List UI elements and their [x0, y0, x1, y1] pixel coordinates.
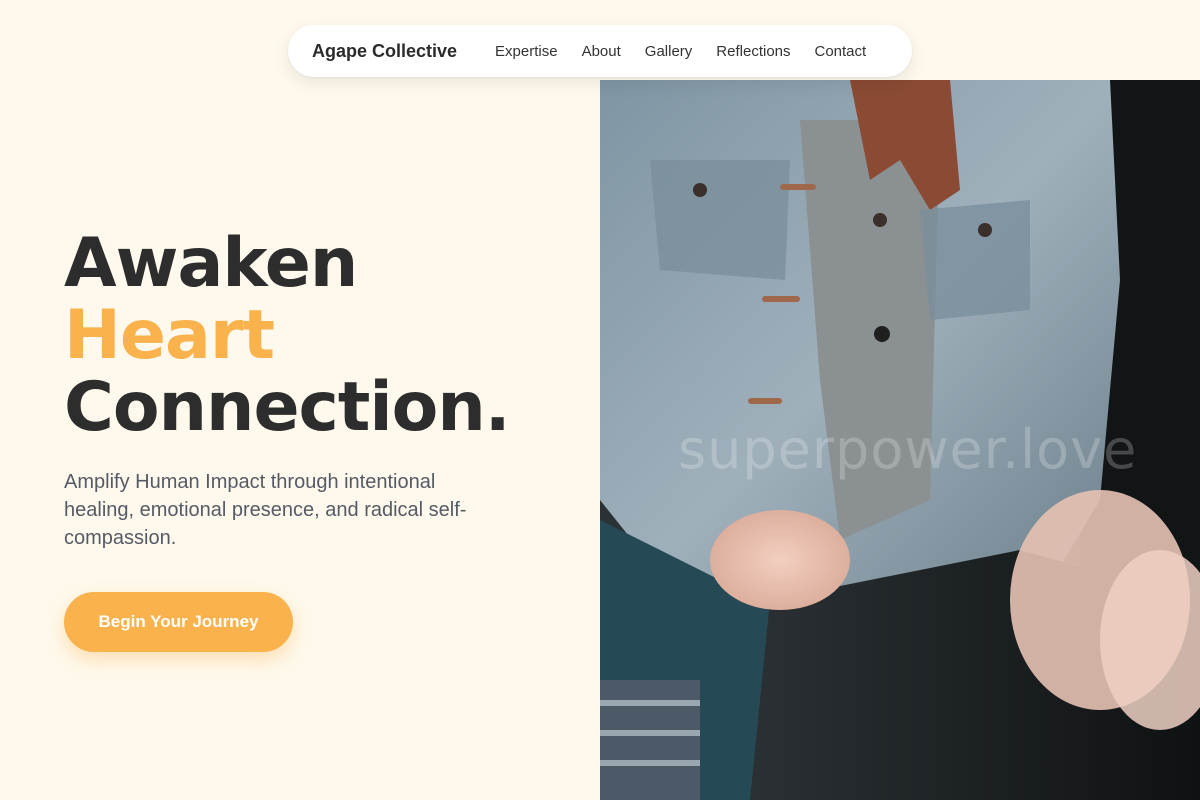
- image-watermark: superpower.love: [678, 418, 1138, 481]
- begin-journey-button[interactable]: Begin Your Journey: [64, 592, 293, 652]
- hero-photo: superpower.love: [600, 80, 1200, 800]
- nav-link-expertise[interactable]: Expertise: [495, 43, 558, 60]
- nav-link-reflections[interactable]: Reflections: [716, 43, 790, 60]
- brand-logo[interactable]: Agape Collective: [312, 41, 457, 62]
- nav-link-gallery[interactable]: Gallery: [645, 43, 693, 60]
- headline-accent-heart: Heart: [64, 296, 275, 375]
- headline-line-awaken: Awaken: [64, 224, 358, 303]
- hero-section: Awaken Heart Connection. Amplify Human I…: [64, 228, 564, 552]
- headline-line-connection: Connection.: [64, 368, 511, 447]
- hero-subtitle: Amplify Human Impact through intentional…: [64, 471, 467, 549]
- hero-headline: Awaken Heart Connection.: [64, 228, 564, 444]
- nav-links: Expertise About Gallery Reflections Cont…: [495, 43, 866, 60]
- top-navbar: Agape Collective Expertise About Gallery…: [288, 25, 912, 77]
- nav-link-contact[interactable]: Contact: [815, 43, 867, 60]
- nav-link-about[interactable]: About: [582, 43, 621, 60]
